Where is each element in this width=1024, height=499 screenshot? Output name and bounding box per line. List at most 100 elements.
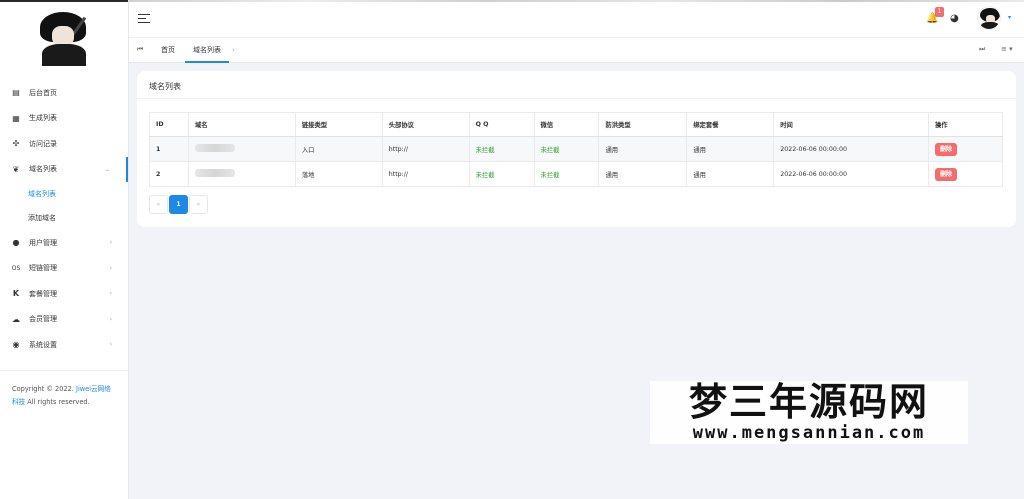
pagination-prev-button[interactable]: « bbox=[149, 195, 168, 214]
cell-plan: 通用 bbox=[686, 161, 775, 187]
cell-time: 2022-06-06 00:00:00 bbox=[773, 161, 929, 187]
globe-icon: ◉ bbox=[12, 340, 20, 350]
sidebar-item-access-log[interactable]: ✣ 访问记录 bbox=[0, 131, 128, 157]
sidebar-item-generate-list[interactable]: ▦ 生成列表 bbox=[0, 106, 128, 132]
table-icon: ▦ bbox=[12, 113, 20, 123]
cell-id: 2 bbox=[149, 161, 189, 187]
card-title: 域名列表 bbox=[149, 82, 181, 91]
blurred-domain bbox=[194, 169, 235, 177]
chevron-right-icon: › bbox=[109, 315, 112, 323]
palette-icon[interactable]: ◕ bbox=[950, 13, 959, 25]
tabs-next-icon[interactable]: ⏭ bbox=[979, 45, 985, 54]
sidebar-item-dashboard[interactable]: ▤ 后台首页 bbox=[0, 80, 128, 106]
cell-wechat-status: 未拦截 bbox=[534, 136, 600, 162]
watermark-url-text: www.mengsannian.com bbox=[692, 423, 926, 443]
puzzle-icon: ✣ bbox=[12, 139, 20, 149]
sidebar-item-label: 访问记录 bbox=[29, 139, 57, 148]
top-header: 🔔 1 ◕ ▾ bbox=[129, 0, 1024, 38]
sidebar-top-strip bbox=[0, 0, 128, 2]
notification-badge: 1 bbox=[935, 7, 944, 17]
table-row: 2 落地 http:// 未拦截 未拦截 通用 通用 2022-06-06 00… bbox=[149, 161, 1003, 187]
tab-home[interactable]: 首页 bbox=[153, 38, 183, 63]
sidebar-menu: ▤ 后台首页 ▦ 生成列表 ✣ 访问记录 ❦ 域名列表 ⌄ 域名列表 添加域名 … bbox=[0, 80, 128, 358]
sidebar-subitem-add-domain[interactable]: 添加域名 bbox=[0, 206, 128, 230]
sidebar-item-domain-list[interactable]: ❦ 域名列表 ⌄ bbox=[0, 156, 128, 182]
sidebar-item-plan-management[interactable]: K 套餐管理 › bbox=[0, 281, 128, 307]
chevron-right-icon: › bbox=[109, 341, 112, 349]
header-top-strip bbox=[129, 0, 1024, 2]
chevron-down-icon: ⌄ bbox=[104, 165, 110, 173]
copyright-suffix: All rights reserved. bbox=[27, 397, 90, 406]
cell-link-type: 入口 bbox=[295, 136, 383, 162]
column-header: Q Q bbox=[469, 112, 535, 137]
cell-domain bbox=[188, 161, 296, 187]
sidebar: ▤ 后台首页 ▦ 生成列表 ✣ 访问记录 ❦ 域名列表 ⌄ 域名列表 添加域名 … bbox=[0, 0, 129, 499]
copyright: Copyright © 2022. Jiwei云网络科技 All rights … bbox=[0, 371, 128, 421]
kickstarter-icon: K bbox=[12, 289, 20, 299]
column-header: ID bbox=[149, 112, 189, 137]
column-header: 绑定套餐 bbox=[686, 112, 775, 137]
tabs-prev-icon[interactable]: ⏮ bbox=[137, 45, 143, 54]
dashboard-icon: ▤ bbox=[12, 88, 20, 98]
sidebar-item-system-settings[interactable]: ◉ 系统设置 › bbox=[0, 332, 128, 358]
cell-plan: 通用 bbox=[686, 136, 775, 162]
blurred-domain bbox=[194, 144, 235, 152]
domain-table: ID 域名 链接类型 头部协议 Q Q 微信 防洪类型 绑定套餐 时间 操作 1… bbox=[149, 112, 1003, 187]
column-header: 链接类型 bbox=[295, 112, 383, 137]
table-row: 1 入口 http:// 未拦截 未拦截 通用 通用 2022-06-06 00… bbox=[149, 136, 1003, 162]
delete-button[interactable]: 删除 bbox=[935, 142, 958, 156]
sidebar-item-user-management[interactable]: ● 用户管理 › bbox=[0, 230, 128, 256]
cell-wechat-status: 未拦截 bbox=[534, 161, 600, 187]
cell-protocol: http:// bbox=[382, 136, 470, 162]
leaf-icon: ❦ bbox=[12, 164, 20, 174]
pagination-page-button[interactable]: 1 bbox=[169, 195, 188, 214]
column-header: 头部协议 bbox=[382, 112, 470, 137]
cell-qq-status: 未拦截 bbox=[469, 136, 535, 162]
sidebar-item-label: 会员管理 bbox=[29, 315, 57, 324]
cell-flood-type: 通用 bbox=[598, 161, 688, 187]
cell-action: 删除 bbox=[928, 161, 1003, 187]
column-header: 防洪类型 bbox=[598, 112, 688, 137]
column-header: 微信 bbox=[534, 112, 600, 137]
sidebar-item-label: 系统设置 bbox=[29, 340, 57, 349]
sidebar-item-label: 域名列表 bbox=[29, 165, 57, 174]
cell-flood-type: 通用 bbox=[598, 136, 688, 162]
sidebar-item-label: 后台首页 bbox=[29, 88, 57, 97]
pagination-next-button[interactable]: » bbox=[189, 195, 208, 214]
chevron-right-icon: › bbox=[109, 290, 112, 298]
watermark-cn-text: 梦三年源码网 bbox=[688, 380, 929, 424]
domain-list-card: 域名列表 ID 域名 链接类型 头部协议 Q Q 微信 防洪类型 绑定套餐 时间… bbox=[137, 71, 1016, 227]
sidebar-item-label: 短链管理 bbox=[29, 264, 57, 273]
avatar[interactable] bbox=[977, 6, 1001, 30]
copyright-prefix: Copyright © 2022. bbox=[12, 384, 74, 393]
pagination: « 1 » bbox=[149, 195, 209, 214]
cell-id: 1 bbox=[149, 136, 189, 162]
sidebar-subitem-domain-list[interactable]: 域名列表 bbox=[0, 182, 128, 206]
hamburger-icon[interactable] bbox=[138, 14, 150, 24]
user-circle-icon: ● bbox=[12, 238, 20, 248]
tab-domain-list[interactable]: 域名列表 bbox=[185, 38, 229, 63]
cloud-icon: ☁ bbox=[12, 314, 20, 324]
column-header: 时间 bbox=[773, 112, 929, 137]
sidebar-item-label: 用户管理 bbox=[29, 238, 57, 247]
watermark: 梦三年源码网 www.mengsannian.com bbox=[650, 380, 968, 444]
tabs-menu-icon[interactable]: ≡ ▾ bbox=[1001, 45, 1013, 53]
sidebar-item-label: 套餐管理 bbox=[29, 289, 57, 298]
ninja-avatar-logo[interactable] bbox=[36, 10, 92, 66]
sidebar-item-label: 生成列表 bbox=[29, 114, 57, 123]
cell-qq-status: 未拦截 bbox=[469, 161, 535, 187]
table-header-row: ID 域名 链接类型 头部协议 Q Q 微信 防洪类型 绑定套餐 时间 操作 bbox=[149, 112, 1003, 137]
cell-action: 删除 bbox=[928, 136, 1003, 162]
link-os-icon: OS bbox=[11, 264, 21, 272]
cell-link-type: 落地 bbox=[295, 161, 383, 187]
delete-button[interactable]: 删除 bbox=[935, 167, 958, 181]
sidebar-item-member-management[interactable]: ☁ 会员管理 › bbox=[0, 307, 128, 333]
tab-close-icon[interactable]: › bbox=[232, 38, 235, 63]
card-divider bbox=[137, 98, 1016, 99]
cell-protocol: http:// bbox=[382, 161, 470, 187]
chevron-right-icon: › bbox=[109, 239, 112, 247]
caret-down-icon[interactable]: ▾ bbox=[1008, 14, 1011, 21]
sidebar-item-short-link-management[interactable]: OS 短链管理 › bbox=[0, 256, 128, 282]
chevron-right-icon: › bbox=[109, 264, 112, 272]
cell-domain bbox=[188, 136, 296, 162]
